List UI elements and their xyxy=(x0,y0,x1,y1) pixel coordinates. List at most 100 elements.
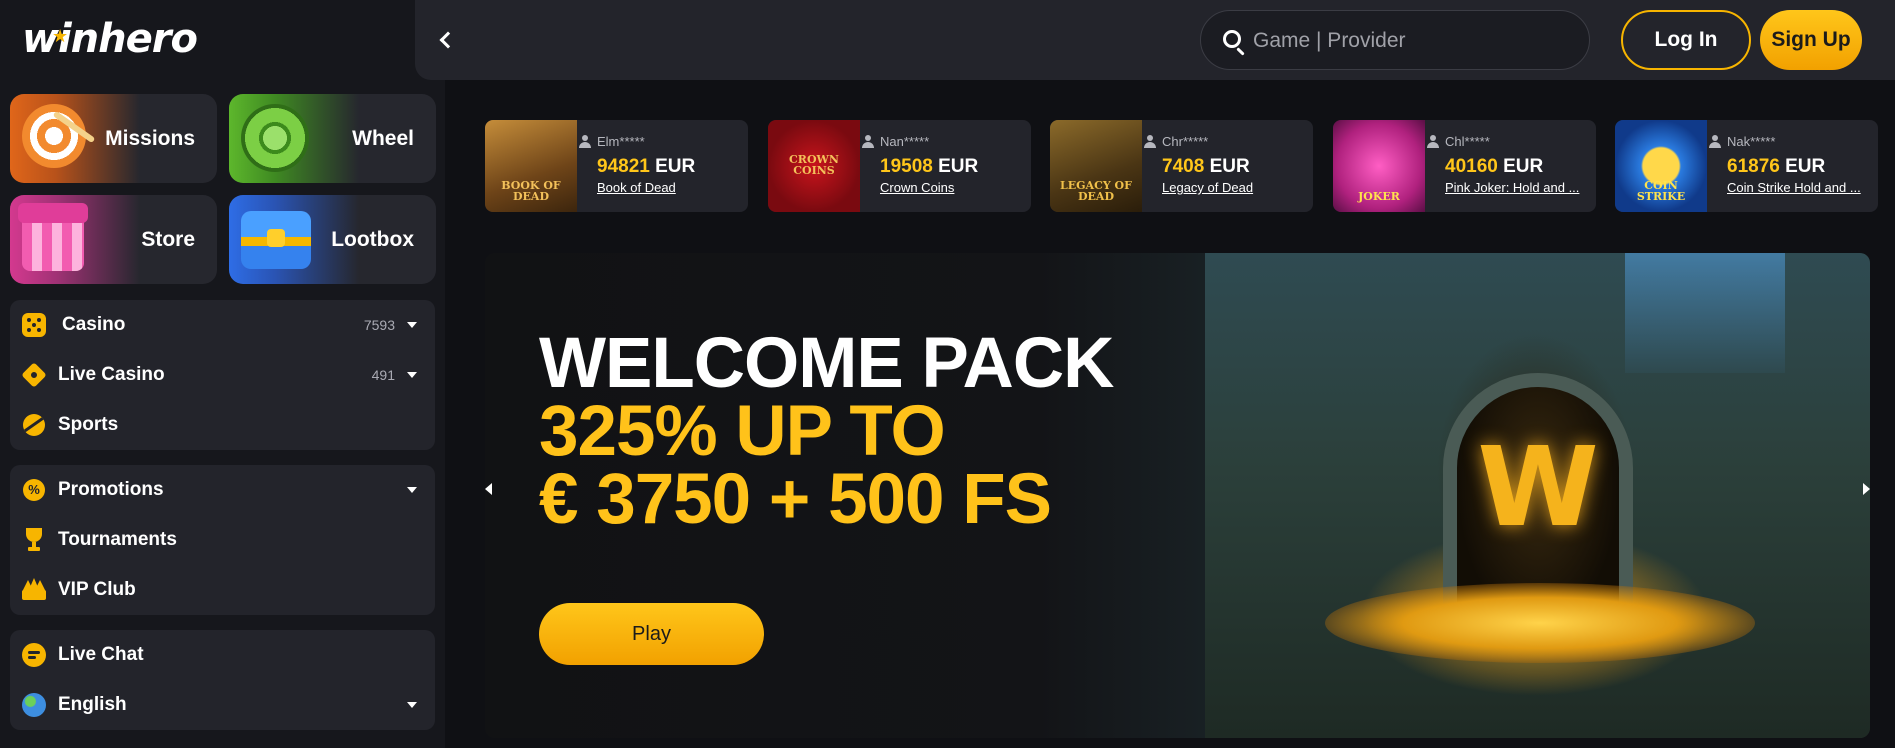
sidebar-item-label: Tournaments xyxy=(58,529,177,550)
winner-username: Elm***** xyxy=(579,134,645,149)
chevron-right-icon[interactable] xyxy=(1863,483,1870,495)
game-count: 491 xyxy=(371,367,395,383)
wheel-icon xyxy=(241,104,309,172)
sidebar-item-label: Casino xyxy=(62,314,126,335)
star-icon: ★ xyxy=(52,26,68,47)
sidebar-item-language[interactable]: English xyxy=(10,680,435,730)
user-icon xyxy=(862,135,874,148)
promo-icon: % xyxy=(22,478,46,502)
menu-group-support: Live Chat English xyxy=(10,630,435,730)
tile-label: Wheel xyxy=(352,127,414,150)
chevron-down-icon[interactable] xyxy=(407,702,417,708)
signup-button[interactable]: Sign Up xyxy=(1760,10,1862,70)
tile-store[interactable]: Store xyxy=(10,195,217,284)
menu-group-games: Casino 7593 Live Casino 491 Sports xyxy=(10,300,435,450)
gold-coins xyxy=(1325,583,1755,663)
win-amount: 19508 EUR xyxy=(880,156,979,177)
user-icon xyxy=(579,135,591,148)
login-button[interactable]: Log In xyxy=(1621,10,1751,70)
thumbnail-title: JOKER xyxy=(1358,190,1400,203)
thumbnail-title: LEGACY OF DEAD xyxy=(1060,179,1132,203)
game-thumbnail[interactable]: LEGACY OF DEAD xyxy=(1050,120,1142,212)
sidebar: winhero ★ Missions Wheel Store Lootbox C… xyxy=(0,0,445,748)
sidebar-item-vip-club[interactable]: VIP Club xyxy=(10,565,435,615)
chevron-down-icon[interactable] xyxy=(407,487,417,493)
search-icon xyxy=(1223,30,1241,48)
winner-card[interactable]: LEGACY OF DEAD Chr***** 7408 EUR Legacy … xyxy=(1050,120,1313,212)
chevron-left-icon xyxy=(439,31,457,49)
winner-username: Nan***** xyxy=(862,134,929,149)
search-box[interactable] xyxy=(1200,10,1590,70)
user-icon xyxy=(1709,135,1721,148)
sidebar-item-live-chat[interactable]: Live Chat xyxy=(10,630,435,680)
menu-group-extras: % Promotions Tournaments VIP Club xyxy=(10,465,435,615)
game-link[interactable]: Pink Joker: Hold and ... xyxy=(1445,180,1585,195)
sidebar-item-label: English xyxy=(58,694,127,715)
chevron-down-icon[interactable] xyxy=(407,322,417,328)
game-thumbnail[interactable]: BOOK OF DEAD xyxy=(485,120,577,212)
sidebar-item-sports[interactable]: Sports xyxy=(10,400,435,450)
trophy-icon xyxy=(22,528,46,552)
ball-icon xyxy=(22,413,46,437)
store-awning-icon xyxy=(18,203,88,223)
play-button[interactable]: Play xyxy=(539,603,764,665)
winner-username: Nak***** xyxy=(1709,134,1775,149)
hero-offer-amount: € 3750 + 500 FS xyxy=(539,460,1052,539)
winner-card[interactable]: COIN STRIKE Nak***** 61876 EUR Coin Stri… xyxy=(1615,120,1878,212)
tile-lootbox[interactable]: Lootbox xyxy=(229,195,436,284)
crown-icon xyxy=(22,578,46,602)
sidebar-item-live-casino[interactable]: Live Casino 491 xyxy=(10,350,435,400)
sidebar-item-casino[interactable]: Casino 7593 xyxy=(10,300,435,350)
game-count: 7593 xyxy=(363,317,395,333)
winner-username: Chl***** xyxy=(1427,134,1490,149)
sidebar-item-tournaments[interactable]: Tournaments xyxy=(10,515,435,565)
globe-icon xyxy=(22,693,46,717)
thumbnail-title: CROWN COINS xyxy=(789,153,839,177)
win-amount: 40160 EUR xyxy=(1445,156,1544,177)
store-image xyxy=(10,195,140,284)
game-link[interactable]: Book of Dead xyxy=(597,180,737,195)
game-link[interactable]: Coin Strike Hold and ... xyxy=(1727,180,1867,195)
hero-banner: W WELCOME PACK 325% UP TO € 3750 + 500 F… xyxy=(485,253,1870,738)
tile-wheel[interactable]: Wheel xyxy=(229,94,436,183)
user-icon xyxy=(1427,135,1439,148)
winner-card[interactable]: CROWN COINS Nan***** 19508 EUR Crown Coi… xyxy=(768,120,1031,212)
thumbnail-title: BOOK OF DEAD xyxy=(501,179,561,203)
logo[interactable]: winhero ★ xyxy=(22,14,198,64)
win-amount: 94821 EUR xyxy=(597,156,696,177)
dice-icon xyxy=(22,313,46,337)
tile-label: Store xyxy=(141,228,195,251)
w-emblem: W xyxy=(1477,423,1599,551)
collapse-sidebar-button[interactable] xyxy=(427,22,463,58)
sidebar-item-label: Promotions xyxy=(58,479,164,500)
sidebar-item-label: Live Casino xyxy=(58,364,165,385)
top-bar: Log In Sign Up xyxy=(415,0,1895,80)
sky xyxy=(1625,253,1785,373)
game-thumbnail[interactable]: COIN STRIKE xyxy=(1615,120,1707,212)
game-link[interactable]: Crown Coins xyxy=(880,180,1020,195)
wheel-image xyxy=(229,94,359,183)
game-link[interactable]: Legacy of Dead xyxy=(1162,180,1302,195)
thumbnail-title: COIN STRIKE xyxy=(1636,179,1686,203)
sidebar-item-label: Live Chat xyxy=(58,644,144,665)
tile-label: Missions xyxy=(105,127,195,150)
sidebar-item-label: VIP Club xyxy=(58,579,136,600)
win-amount: 61876 EUR xyxy=(1727,156,1826,177)
winner-username: Chr***** xyxy=(1144,134,1208,149)
logo-text: winhero xyxy=(22,16,198,62)
search-input[interactable] xyxy=(1253,23,1573,59)
hero-artwork: W xyxy=(1205,253,1870,738)
winner-card[interactable]: JOKER Chl***** 40160 EUR Pink Joker: Hol… xyxy=(1333,120,1596,212)
sidebar-item-label: Sports xyxy=(58,414,119,435)
chat-icon xyxy=(22,643,46,667)
game-thumbnail[interactable]: JOKER xyxy=(1333,120,1425,212)
win-amount: 7408 EUR xyxy=(1162,156,1250,177)
game-thumbnail[interactable]: CROWN COINS xyxy=(768,120,860,212)
sidebar-item-promotions[interactable]: % Promotions xyxy=(10,465,435,515)
chevron-down-icon[interactable] xyxy=(407,372,417,378)
winner-card[interactable]: BOOK OF DEAD Elm***** 94821 EUR Book of … xyxy=(485,120,748,212)
lock-icon xyxy=(267,229,285,247)
tile-missions[interactable]: Missions xyxy=(10,94,217,183)
user-icon xyxy=(1144,135,1156,148)
chevron-left-icon[interactable] xyxy=(485,483,492,495)
